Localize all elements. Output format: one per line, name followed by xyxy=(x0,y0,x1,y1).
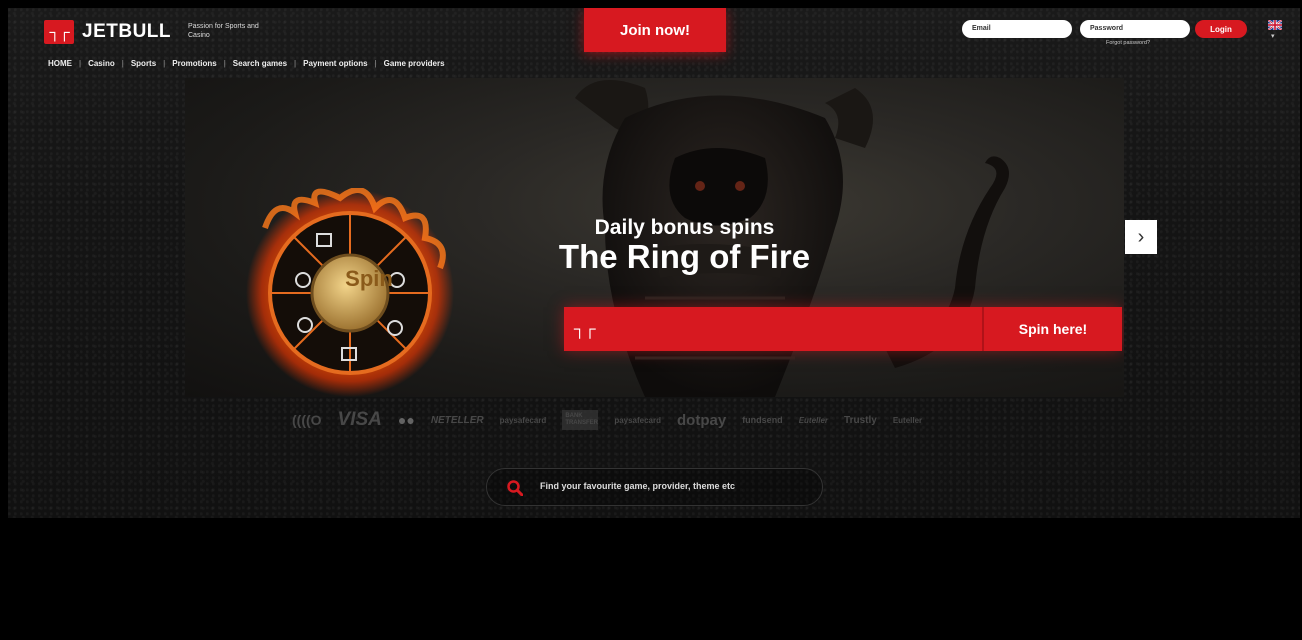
payment-logo: Trustly xyxy=(844,414,877,426)
payment-logo: dotpay xyxy=(677,411,727,429)
jetbull-mark-icon: ┐┌ xyxy=(574,321,596,338)
language-dropdown-caret-icon[interactable]: ▾ xyxy=(1271,32,1275,40)
page-stage: ┐┌ JETBULL Passion for Sports and Casino… xyxy=(8,8,1300,518)
payment-logo: paysafecard xyxy=(499,415,547,425)
brand-name: JETBULL xyxy=(82,21,171,42)
spin-cta-bar: ┐┌ Spin here! xyxy=(564,307,1122,351)
jetbull-logo[interactable]: ┐┌ JETBULL xyxy=(44,20,171,44)
promo-banner[interactable]: Spin Daily bonus spins The Ring of Fire … xyxy=(185,78,1124,397)
search-placeholder: Find your favourite game, provider, them… xyxy=(540,481,736,491)
payment-logo: Euteller xyxy=(798,415,829,425)
search-icon xyxy=(507,480,523,496)
nav-item-sports[interactable]: Sports xyxy=(127,59,160,68)
nav-item-game-providers[interactable]: Game providers xyxy=(380,59,449,68)
nav-item-promotions[interactable]: Promotions xyxy=(168,59,220,68)
payment-logo: VISA xyxy=(337,409,382,430)
password-field[interactable]: Password xyxy=(1080,20,1190,38)
nav-item-search-games[interactable]: Search games xyxy=(229,59,291,68)
nav-separator: | xyxy=(121,59,124,68)
nav-separator: | xyxy=(374,59,377,68)
payment-logo: paysafecard xyxy=(614,415,662,425)
payment-logo: Euteller xyxy=(892,415,923,425)
payment-logo: NETELLER xyxy=(430,414,484,426)
payment-methods-strip: ((((O VISA ●● NETELLER paysafecard BANK … xyxy=(292,409,923,430)
nav-separator: | xyxy=(79,59,82,68)
chevron-right-icon[interactable]: › xyxy=(1125,220,1157,254)
nav-separator: | xyxy=(223,59,226,68)
login-button[interactable]: Login xyxy=(1195,20,1247,38)
banner-title: The Ring of Fire xyxy=(558,238,811,275)
tagline: Passion for Sports and Casino xyxy=(188,23,259,39)
nav-item-casino[interactable]: Casino xyxy=(84,59,119,68)
uk-flag-icon[interactable] xyxy=(1268,20,1282,30)
banner-subtitle: Daily bonus spins xyxy=(594,216,775,239)
payment-logo: BANK TRANSFER xyxy=(562,410,599,430)
nav-item-payment-options[interactable]: Payment options xyxy=(299,59,371,68)
nav-separator: | xyxy=(163,59,166,68)
payment-logo: fundsend xyxy=(742,415,783,425)
payment-logo: ((((O xyxy=(292,412,322,428)
spin-here-button[interactable]: Spin here! xyxy=(984,307,1122,351)
join-now-button[interactable]: Join now! xyxy=(584,8,726,52)
nav-separator: | xyxy=(294,59,297,68)
forgot-password-link[interactable]: Forgot password? xyxy=(1106,40,1150,46)
main-nav: HOME | Casino | Sports | Promotions | Se… xyxy=(44,59,449,68)
payment-logo: ●● xyxy=(397,412,415,428)
game-search-input[interactable]: Find your favourite game, provider, them… xyxy=(486,468,823,506)
email-field[interactable]: Email xyxy=(962,20,1072,38)
nav-item-home[interactable]: HOME xyxy=(44,59,76,68)
logo-mark-icon: ┐┌ xyxy=(44,20,74,44)
